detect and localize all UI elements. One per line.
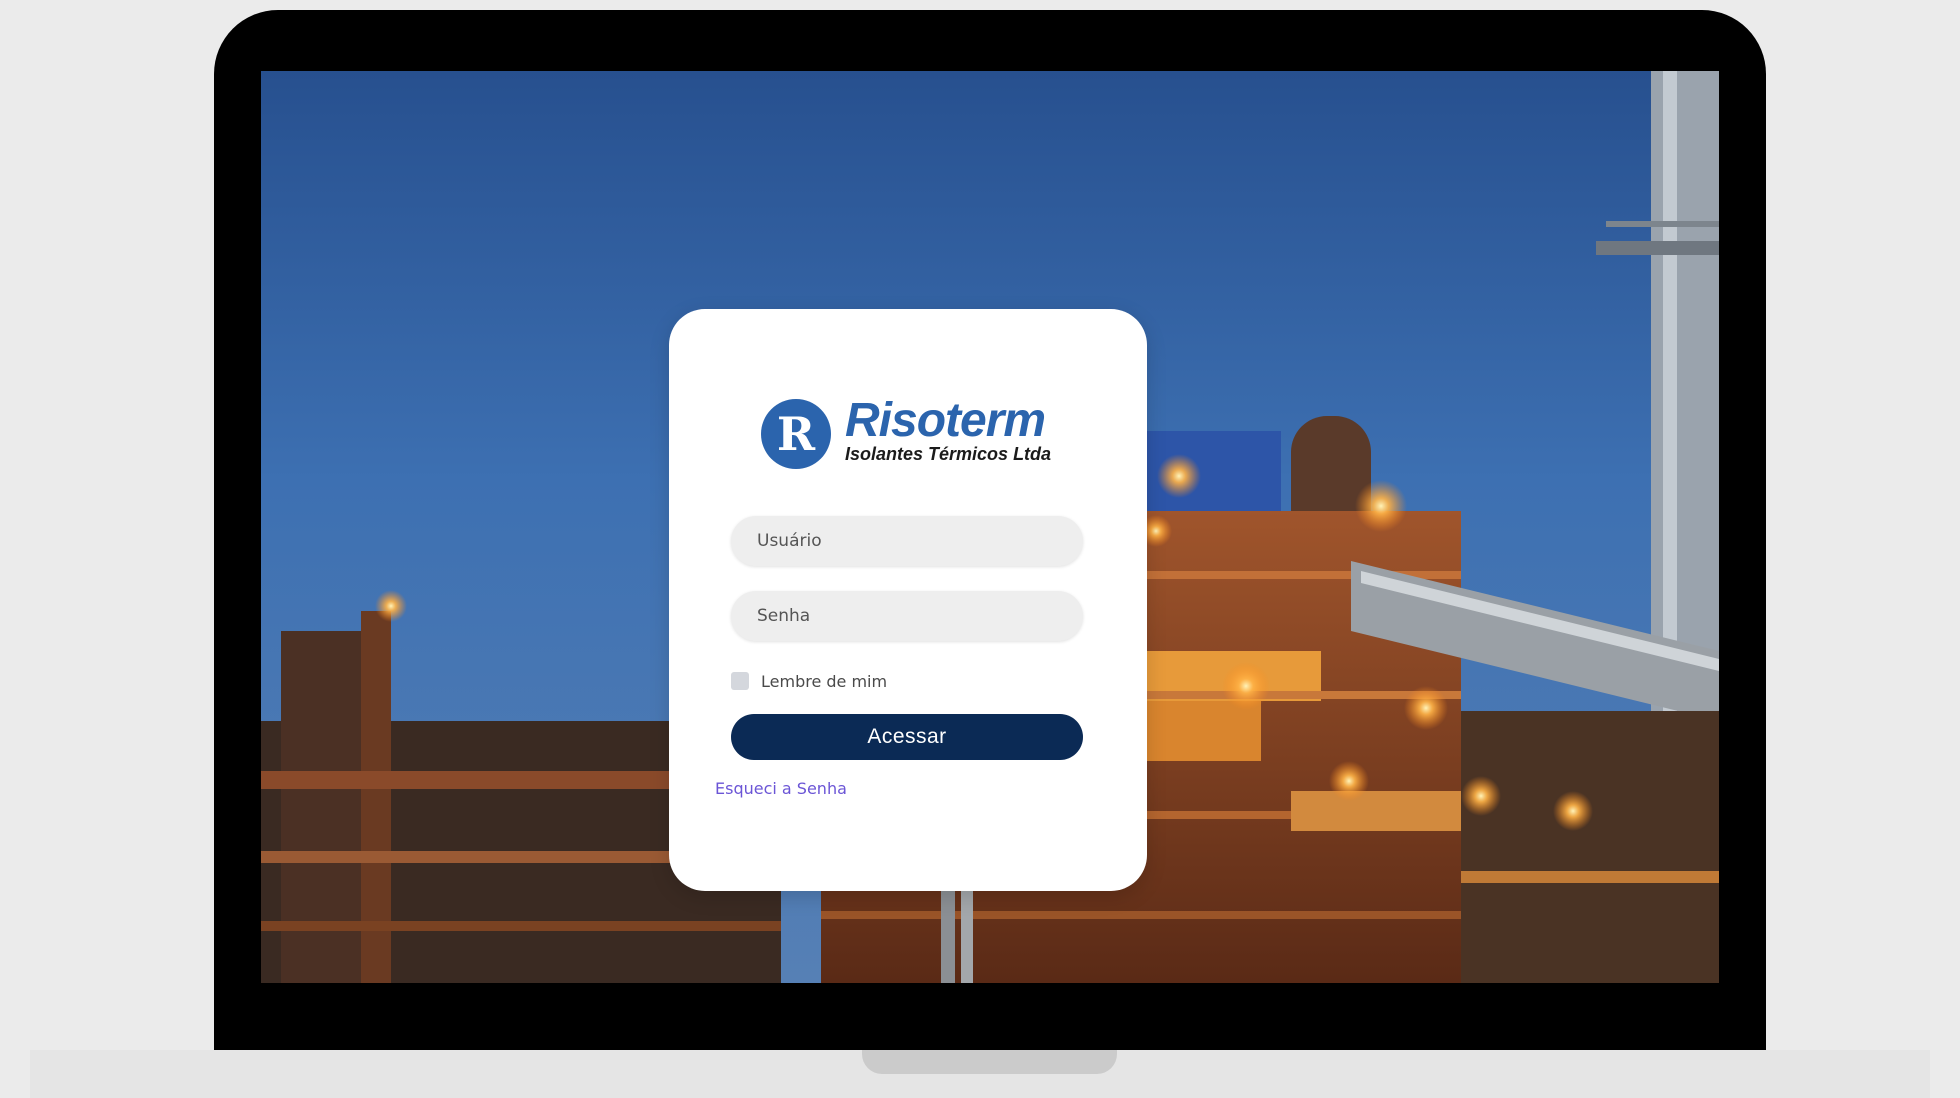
logo-mark-letter: R bbox=[776, 407, 816, 461]
login-card: R Risoterm Isolantes Térmicos Ltda Lembr… bbox=[669, 309, 1147, 891]
logo-tagline: Isolantes Térmicos Ltda bbox=[845, 444, 1052, 464]
username-field[interactable] bbox=[731, 516, 1083, 566]
device-mockup: R Risoterm Isolantes Térmicos Ltda Lembr… bbox=[0, 0, 1960, 1098]
logo-mark-icon: R bbox=[761, 399, 831, 469]
company-logo: R Risoterm Isolantes Térmicos Ltda bbox=[761, 394, 1061, 477]
password-input[interactable] bbox=[731, 591, 1083, 641]
remember-me-checkbox[interactable] bbox=[731, 672, 749, 690]
password-field[interactable] bbox=[731, 591, 1083, 641]
logo-name: Risoterm bbox=[845, 394, 1046, 447]
screen: R Risoterm Isolantes Térmicos Ltda Lembr… bbox=[261, 71, 1719, 983]
laptop-notch bbox=[862, 1050, 1117, 1074]
forgot-password-link[interactable]: Esqueci a Senha bbox=[715, 778, 847, 800]
remember-me-label[interactable]: Lembre de mim bbox=[761, 671, 887, 693]
login-button[interactable]: Acessar bbox=[731, 714, 1083, 760]
username-input[interactable] bbox=[731, 516, 1083, 566]
